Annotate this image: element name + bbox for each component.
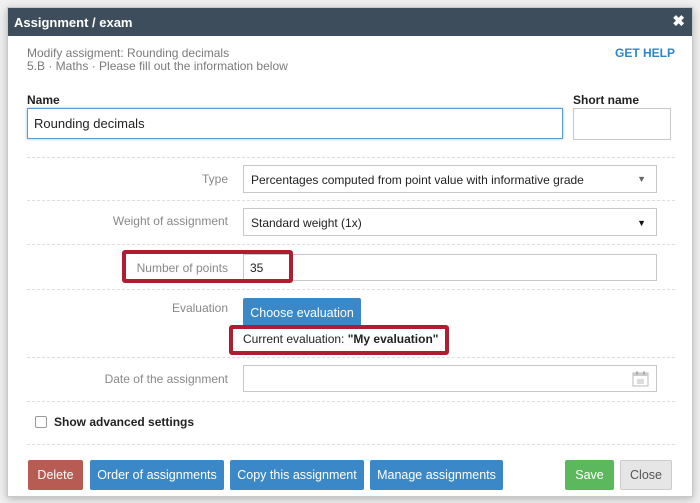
get-help-link[interactable]: GET HELP xyxy=(615,46,675,60)
save-button[interactable]: Save xyxy=(565,460,614,490)
dialog-context: 5.B · Maths · Please fill out the inform… xyxy=(27,59,288,73)
close-button[interactable]: Close xyxy=(620,460,672,490)
dialog-subtitle: Modify assigment: Rounding decimals xyxy=(27,46,230,60)
type-select[interactable]: Percentages computed from point value wi… xyxy=(243,165,657,193)
points-input[interactable] xyxy=(243,254,657,281)
dialog-title: Assignment / exam xyxy=(14,15,133,30)
type-select-value: Percentages computed from point value wi… xyxy=(251,173,584,187)
highlight-box-evaluation xyxy=(229,325,449,355)
name-label: Name xyxy=(27,93,60,107)
weight-select[interactable]: Standard weight (1x) ▼ xyxy=(243,208,657,236)
close-icon[interactable]: ✖ xyxy=(672,14,685,29)
date-input[interactable] xyxy=(243,365,657,392)
assignment-dialog: Assignment / exam ✖ Modify assigment: Ro… xyxy=(7,7,693,497)
manage-assignments-button[interactable]: Manage assignments xyxy=(370,460,503,490)
divider xyxy=(27,244,675,245)
calendar-icon[interactable] xyxy=(632,371,649,387)
date-label: Date of the assignment xyxy=(104,372,228,386)
highlight-box-points xyxy=(122,250,293,283)
divider xyxy=(27,357,675,358)
divider xyxy=(27,444,675,445)
chevron-down-icon: ▼ xyxy=(637,218,646,228)
short-name-input[interactable] xyxy=(573,108,671,140)
copy-assignment-button[interactable]: Copy this assignment xyxy=(230,460,364,490)
divider xyxy=(27,200,675,201)
name-input[interactable] xyxy=(27,108,563,139)
advanced-settings-label[interactable]: Show advanced settings xyxy=(54,415,194,429)
divider xyxy=(27,401,675,402)
weight-label: Weight of assignment xyxy=(112,214,228,228)
type-label: Type xyxy=(201,172,228,186)
choose-evaluation-button[interactable]: Choose evaluation xyxy=(243,298,361,327)
chevron-down-icon: ▼ xyxy=(637,174,646,184)
evaluation-label: Evaluation xyxy=(171,301,228,315)
divider xyxy=(27,289,675,290)
short-name-label: Short name xyxy=(573,93,640,107)
advanced-settings-checkbox[interactable] xyxy=(35,416,47,428)
delete-button[interactable]: Delete xyxy=(28,460,83,490)
weight-select-value: Standard weight (1x) xyxy=(251,216,362,230)
dialog-titlebar: Assignment / exam ✖ xyxy=(8,8,692,36)
order-of-assignments-button[interactable]: Order of assignments xyxy=(90,460,224,490)
divider xyxy=(27,157,675,158)
